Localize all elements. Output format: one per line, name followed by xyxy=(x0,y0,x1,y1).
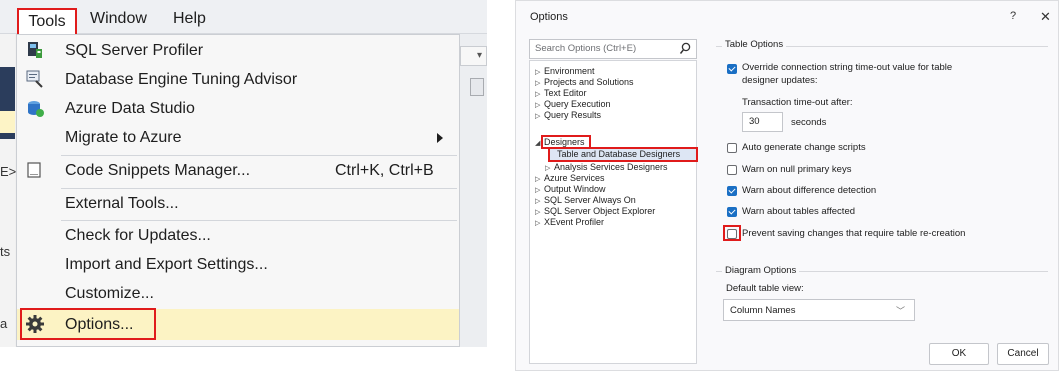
chevron-down-icon: ▾ xyxy=(477,50,483,61)
override-timeout-label: designer updates: xyxy=(742,75,818,86)
submenu-arrow-icon xyxy=(437,133,443,143)
search-icon xyxy=(679,42,691,61)
tuning-advisor-icon xyxy=(25,69,45,89)
default-table-view-select[interactable]: Column Names ﹀ xyxy=(723,299,915,321)
ok-button[interactable]: OK xyxy=(929,343,989,365)
menu-item-code-snippets-manager[interactable]: Code Snippets Manager... Ctrl+K, Ctrl+B xyxy=(17,157,459,186)
background-selection xyxy=(0,111,15,133)
prevent-saving-changes-label: Prevent saving changes that require tabl… xyxy=(742,228,966,239)
ssms-tools-menu-screenshot: Tools Window Help E> ts a ▾ SQL Server P… xyxy=(0,0,487,347)
expand-arrow-icon[interactable]: ▷ xyxy=(535,111,544,122)
chevron-down-icon: ﹀ xyxy=(895,306,905,316)
menu-separator xyxy=(61,220,457,221)
select-value: Column Names xyxy=(730,305,796,316)
transaction-timeout-label: Transaction time-out after: xyxy=(742,97,853,108)
timeout-seconds-input[interactable]: 30 xyxy=(742,112,783,132)
background-text-fragment: ts xyxy=(0,244,11,259)
menu-item-label: External Tools... xyxy=(65,195,179,212)
tree-item-label: Analysis Services Designers xyxy=(554,162,668,172)
menu-item-sql-server-profiler[interactable]: SQL Server Profiler xyxy=(17,37,459,66)
timeout-unit-label: seconds xyxy=(791,117,827,128)
tree-item-label: Azure Services xyxy=(544,173,605,183)
menu-item-label: Code Snippets Manager... xyxy=(65,162,251,179)
dialog-title: Options xyxy=(530,11,568,23)
warn-difference-detection-label: Warn about difference detection xyxy=(742,185,877,196)
auto-generate-scripts-label: Auto generate change scripts xyxy=(742,142,866,153)
search-placeholder: Search Options (Ctrl+E) xyxy=(535,43,637,54)
toolbar-icon xyxy=(470,78,484,96)
override-timeout-label: Override connection string time-out valu… xyxy=(742,62,953,73)
override-timeout-checkbox[interactable] xyxy=(727,64,737,74)
menu-item-azure-data-studio[interactable]: Azure Data Studio xyxy=(17,95,459,124)
options-highlight-box xyxy=(20,308,156,340)
menu-separator xyxy=(61,155,457,156)
background-editor-left: E> ts a xyxy=(0,34,17,347)
close-button[interactable]: ✕ xyxy=(1040,9,1051,25)
diagram-options-heading: Diagram Options xyxy=(722,265,800,276)
menu-item-customize[interactable]: Customize... xyxy=(17,280,459,309)
options-tree: ▷ Environment ▷ Projects and Solutions ▷ Te… xyxy=(529,60,698,364)
cancel-button[interactable]: Cancel xyxy=(997,343,1049,365)
menu-window[interactable]: Window xyxy=(90,7,147,31)
warn-tables-affected-checkbox[interactable] xyxy=(727,207,737,217)
menu-item-label: Import and Export Settings... xyxy=(65,256,268,273)
default-table-view-label: Default table view: xyxy=(726,283,804,294)
menu-item-label: Database Engine Tuning Advisor xyxy=(65,71,298,88)
menu-item-label: Check for Updates... xyxy=(65,227,211,244)
warn-difference-detection-checkbox[interactable] xyxy=(727,186,737,196)
tree-item-label: Output Window xyxy=(544,184,606,194)
menu-help[interactable]: Help xyxy=(173,7,206,31)
tree-item-label: SQL Server Object Explorer xyxy=(544,206,656,216)
menu-item-shortcut: Ctrl+K, Ctrl+B xyxy=(335,162,434,179)
menu-tools[interactable]: Tools xyxy=(17,8,77,34)
menu-item-tuning-advisor[interactable]: Database Engine Tuning Advisor xyxy=(17,66,459,95)
warn-null-keys-checkbox[interactable] xyxy=(727,165,737,175)
menu-separator xyxy=(61,188,457,189)
tree-item-label: XEvent Profiler xyxy=(544,217,605,227)
warn-null-keys-label: Warn on null primary keys xyxy=(742,164,852,175)
tree-item-label: Query Results xyxy=(544,110,602,120)
menu-item-label: Customize... xyxy=(65,285,154,302)
auto-generate-scripts-checkbox[interactable] xyxy=(727,143,737,153)
menu-item-migrate-to-azure[interactable]: Migrate to Azure xyxy=(17,124,459,153)
menu-item-label: Azure Data Studio xyxy=(65,100,195,117)
options-dialog: Options ? ✕ Search Options (Ctrl+E) ▷ Env… xyxy=(515,0,1059,371)
tools-dropdown-menu: SQL Server Profiler Database Engine Tuni… xyxy=(16,34,460,347)
profiler-icon xyxy=(25,40,45,60)
table-designers-highlight-box xyxy=(548,147,698,162)
azure-data-studio-icon xyxy=(25,98,45,118)
background-editor-right: ▾ xyxy=(460,34,487,347)
tree-item-label: Projects and Solutions xyxy=(544,77,634,87)
tree-item-label: Query Execution xyxy=(544,99,611,109)
background-text-fragment: a xyxy=(0,316,8,331)
menu-item-check-for-updates[interactable]: Check for Updates... xyxy=(17,222,459,251)
menu-item-external-tools[interactable]: External Tools... xyxy=(17,190,459,219)
background-text-fragment: E> xyxy=(0,164,17,179)
tree-item-label: Environment xyxy=(544,66,595,76)
menu-item-import-export-settings[interactable]: Import and Export Settings... xyxy=(17,251,459,280)
tree-item-xevent-profiler[interactable]: ▷ XEvent Profiler xyxy=(535,217,604,229)
help-button[interactable]: ? xyxy=(1010,10,1016,22)
menu-item-label: SQL Server Profiler xyxy=(65,42,204,59)
prevent-saving-highlight-box xyxy=(723,225,741,241)
background-combo xyxy=(460,46,487,66)
expand-arrow-icon[interactable]: ▷ xyxy=(535,218,544,229)
menu-item-label: Migrate to Azure xyxy=(65,129,182,146)
menu-bar: Tools Window Help xyxy=(0,0,487,34)
tree-item-label: Text Editor xyxy=(544,88,587,98)
snippet-icon xyxy=(25,160,45,180)
table-options-heading: Table Options xyxy=(722,39,787,50)
search-options-input[interactable]: Search Options (Ctrl+E) xyxy=(529,39,697,59)
tree-item-query-results[interactable]: ▷ Query Results xyxy=(535,110,601,122)
warn-tables-affected-label: Warn about tables affected xyxy=(742,206,856,217)
tree-item-label: SQL Server Always On xyxy=(544,195,636,205)
